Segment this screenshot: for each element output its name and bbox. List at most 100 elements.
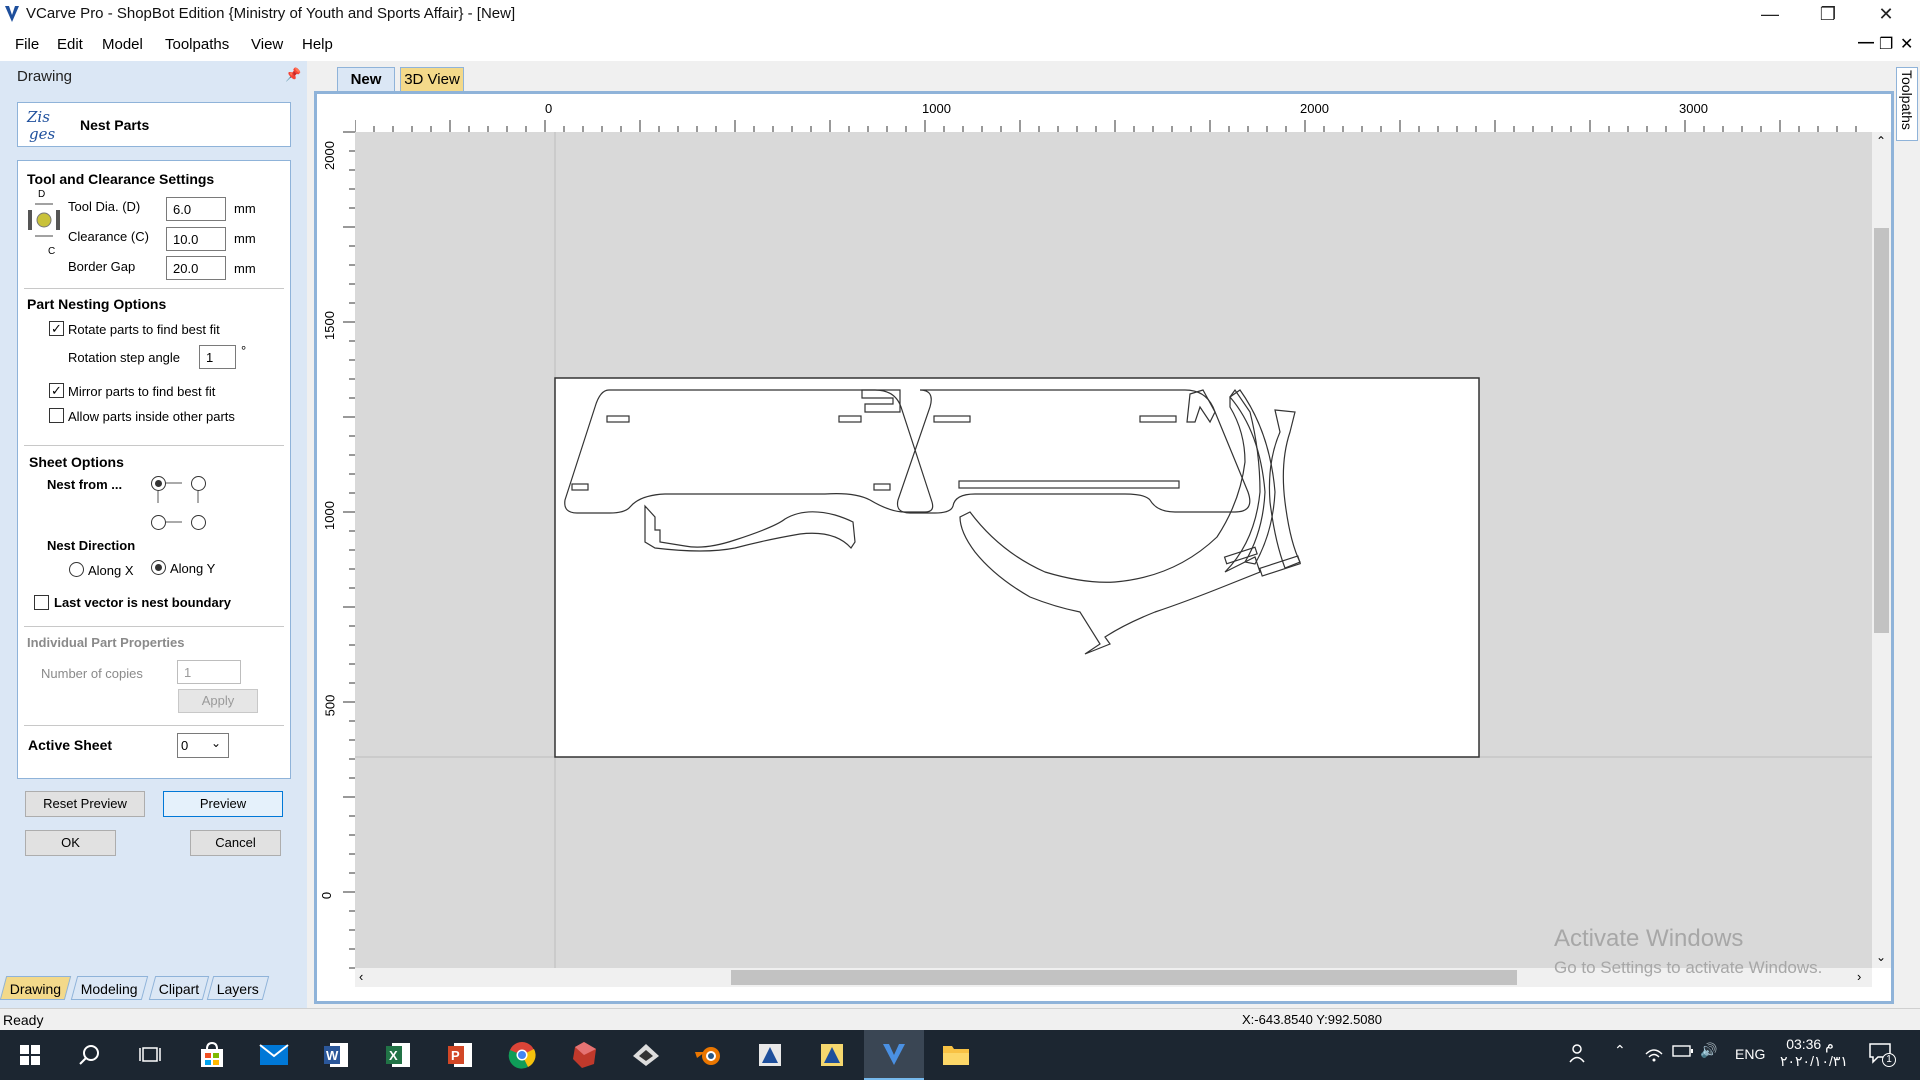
ruler-left: 2000 1500 1000 500 0 [317,94,355,1001]
search-icon[interactable] [60,1030,120,1080]
toolpaths-tab[interactable]: Toolpaths [1896,67,1918,141]
ruler-top-label: 2000 [1300,101,1329,116]
degree-symbol: ° [241,343,247,358]
store-icon[interactable] [182,1030,242,1080]
tab-clipart[interactable]: Clipart [148,976,210,1000]
minimize-button[interactable]: — [1741,0,1799,29]
aspire-icon[interactable] [802,1030,862,1080]
allow-inside-checkbox[interactable] [49,408,64,423]
last-vector-checkbox[interactable] [34,595,49,610]
active-sheet-select[interactable]: 0 ⌄ [177,733,229,758]
menu-help[interactable]: Help [302,36,333,53]
svg-text:W: W [326,1048,339,1063]
nest-parts-icon: Zis ges [26,108,55,143]
scroll-right-icon[interactable]: › [1857,969,1861,984]
close-button[interactable]: ✕ [1857,0,1915,29]
reset-preview-button[interactable]: Reset Preview [25,791,145,817]
nest-from-bottom-left-radio[interactable] [151,515,166,530]
tab-drawing[interactable]: Drawing [0,976,72,1000]
active-sheet-value: 0 [181,738,189,753]
nested-parts-drawing [355,132,1872,968]
notification-icon[interactable]: 1 [1868,1042,1896,1067]
preview-button[interactable]: Preview [163,791,283,817]
chrome-icon[interactable] [492,1030,552,1080]
chevron-up-icon[interactable]: ⌃ [1614,1042,1626,1059]
along-x-label: Along X [88,563,134,578]
rotation-step-input[interactable] [199,345,236,369]
clock[interactable]: 03:36 م ٢٠٢٠/١٠/٣١ [1780,1036,1848,1070]
mdi-minimize-icon[interactable]: — [1858,34,1874,52]
word-icon[interactable]: W [306,1030,366,1080]
vertical-scrollbar[interactable]: ⌃ ⌄ [1872,132,1891,968]
cad-app-icon[interactable] [616,1030,676,1080]
svg-text:X: X [389,1048,398,1063]
vcarve-taskbar-icon[interactable] [864,1030,924,1080]
border-gap-input[interactable] [166,256,226,280]
along-x-radio[interactable] [69,562,84,577]
tab-modeling[interactable]: Modeling [70,976,149,1000]
nesting-options-title: Part Nesting Options [27,296,167,312]
blender-icon[interactable] [678,1030,738,1080]
menu-bar: File Edit Model Toolpaths View Help — ❐ … [0,29,1920,61]
tab-layers[interactable]: Layers [206,976,270,1000]
excel-icon[interactable]: X [368,1030,428,1080]
horizontal-scroll-thumb[interactable] [731,970,1517,985]
panel-title: Drawing [17,68,73,85]
scroll-up-icon[interactable]: ⌃ [1876,134,1886,148]
copies-input[interactable] [177,660,241,684]
toolpaths-tab-label: Toolpaths [1899,70,1915,130]
scroll-down-icon[interactable]: ⌄ [1876,950,1886,964]
clearance-input[interactable] [166,227,226,251]
along-y-radio[interactable] [151,560,166,575]
3d-app-icon[interactable] [554,1030,614,1080]
menu-view[interactable]: View [251,36,283,53]
tab-new[interactable]: New [337,67,395,91]
apply-button[interactable]: Apply [178,689,258,713]
mdi-close-icon[interactable]: ✕ [1900,34,1913,54]
menu-edit[interactable]: Edit [57,36,83,53]
language-indicator[interactable]: ENG [1735,1046,1765,1062]
speaker-icon[interactable]: 🔊 [1700,1042,1717,1059]
notification-count: 1 [1882,1053,1896,1067]
cancel-button[interactable]: Cancel [190,830,281,856]
divider [24,288,284,289]
menu-model[interactable]: Model [102,36,143,53]
restore-button[interactable]: ❐ [1799,0,1857,29]
sheet-options-title: Sheet Options [29,454,124,470]
nest-from-bottom-right-radio[interactable] [191,515,206,530]
copies-label: Number of copies [41,666,143,681]
mail-icon[interactable] [244,1030,304,1080]
tool-dia-input[interactable] [166,197,226,221]
activation-watermark: Activate Windows Go to Settings to activ… [1554,925,1822,978]
ruler-left-ticks [343,131,355,969]
vcarve-app-icon [5,6,19,22]
mdi-restore-icon[interactable]: ❐ [1879,34,1893,54]
scroll-left-icon[interactable]: ‹ [359,969,363,984]
drawing-view[interactable]: 0 1000 2000 3000 ✥ 2000 1500 1000 500 0 [314,91,1894,1004]
powerpoint-icon[interactable]: P [430,1030,490,1080]
rotate-parts-checkbox[interactable]: ✓ [49,321,64,336]
nest-from-top-right-radio[interactable] [191,476,206,491]
nest-from-top-left-radio[interactable] [151,476,166,491]
task-view-icon[interactable] [120,1030,180,1080]
wifi-icon[interactable] [1644,1044,1664,1065]
drawing-panel: Drawing 📌 Zis ges Nest Parts Tool and Cl… [0,61,307,1008]
tab-3d-view[interactable]: 3D View [400,67,464,91]
divider [24,725,284,726]
ruler-top: 0 1000 2000 3000 ✥ [317,94,1891,132]
pin-icon[interactable]: 📌 [285,67,301,83]
menu-toolpaths[interactable]: Toolpaths [165,36,229,53]
vertical-scroll-thumb[interactable] [1874,228,1889,633]
mirror-parts-checkbox[interactable]: ✓ [49,383,64,398]
people-icon[interactable] [1568,1043,1588,1066]
status-bar: Ready X:-643.8540 Y:992.5080 [0,1008,1920,1030]
ruler-left-label: 2000 [321,141,337,170]
file-explorer-icon[interactable] [926,1030,986,1080]
nest-direction-label: Nest Direction [47,538,136,553]
battery-icon[interactable] [1672,1044,1694,1061]
ok-button[interactable]: OK [25,830,116,856]
border-gap-label: Border Gap [68,259,136,274]
windows-start-icon[interactable] [0,1030,60,1080]
vectric-tool-icon[interactable] [740,1030,800,1080]
menu-file[interactable]: File [15,36,39,53]
